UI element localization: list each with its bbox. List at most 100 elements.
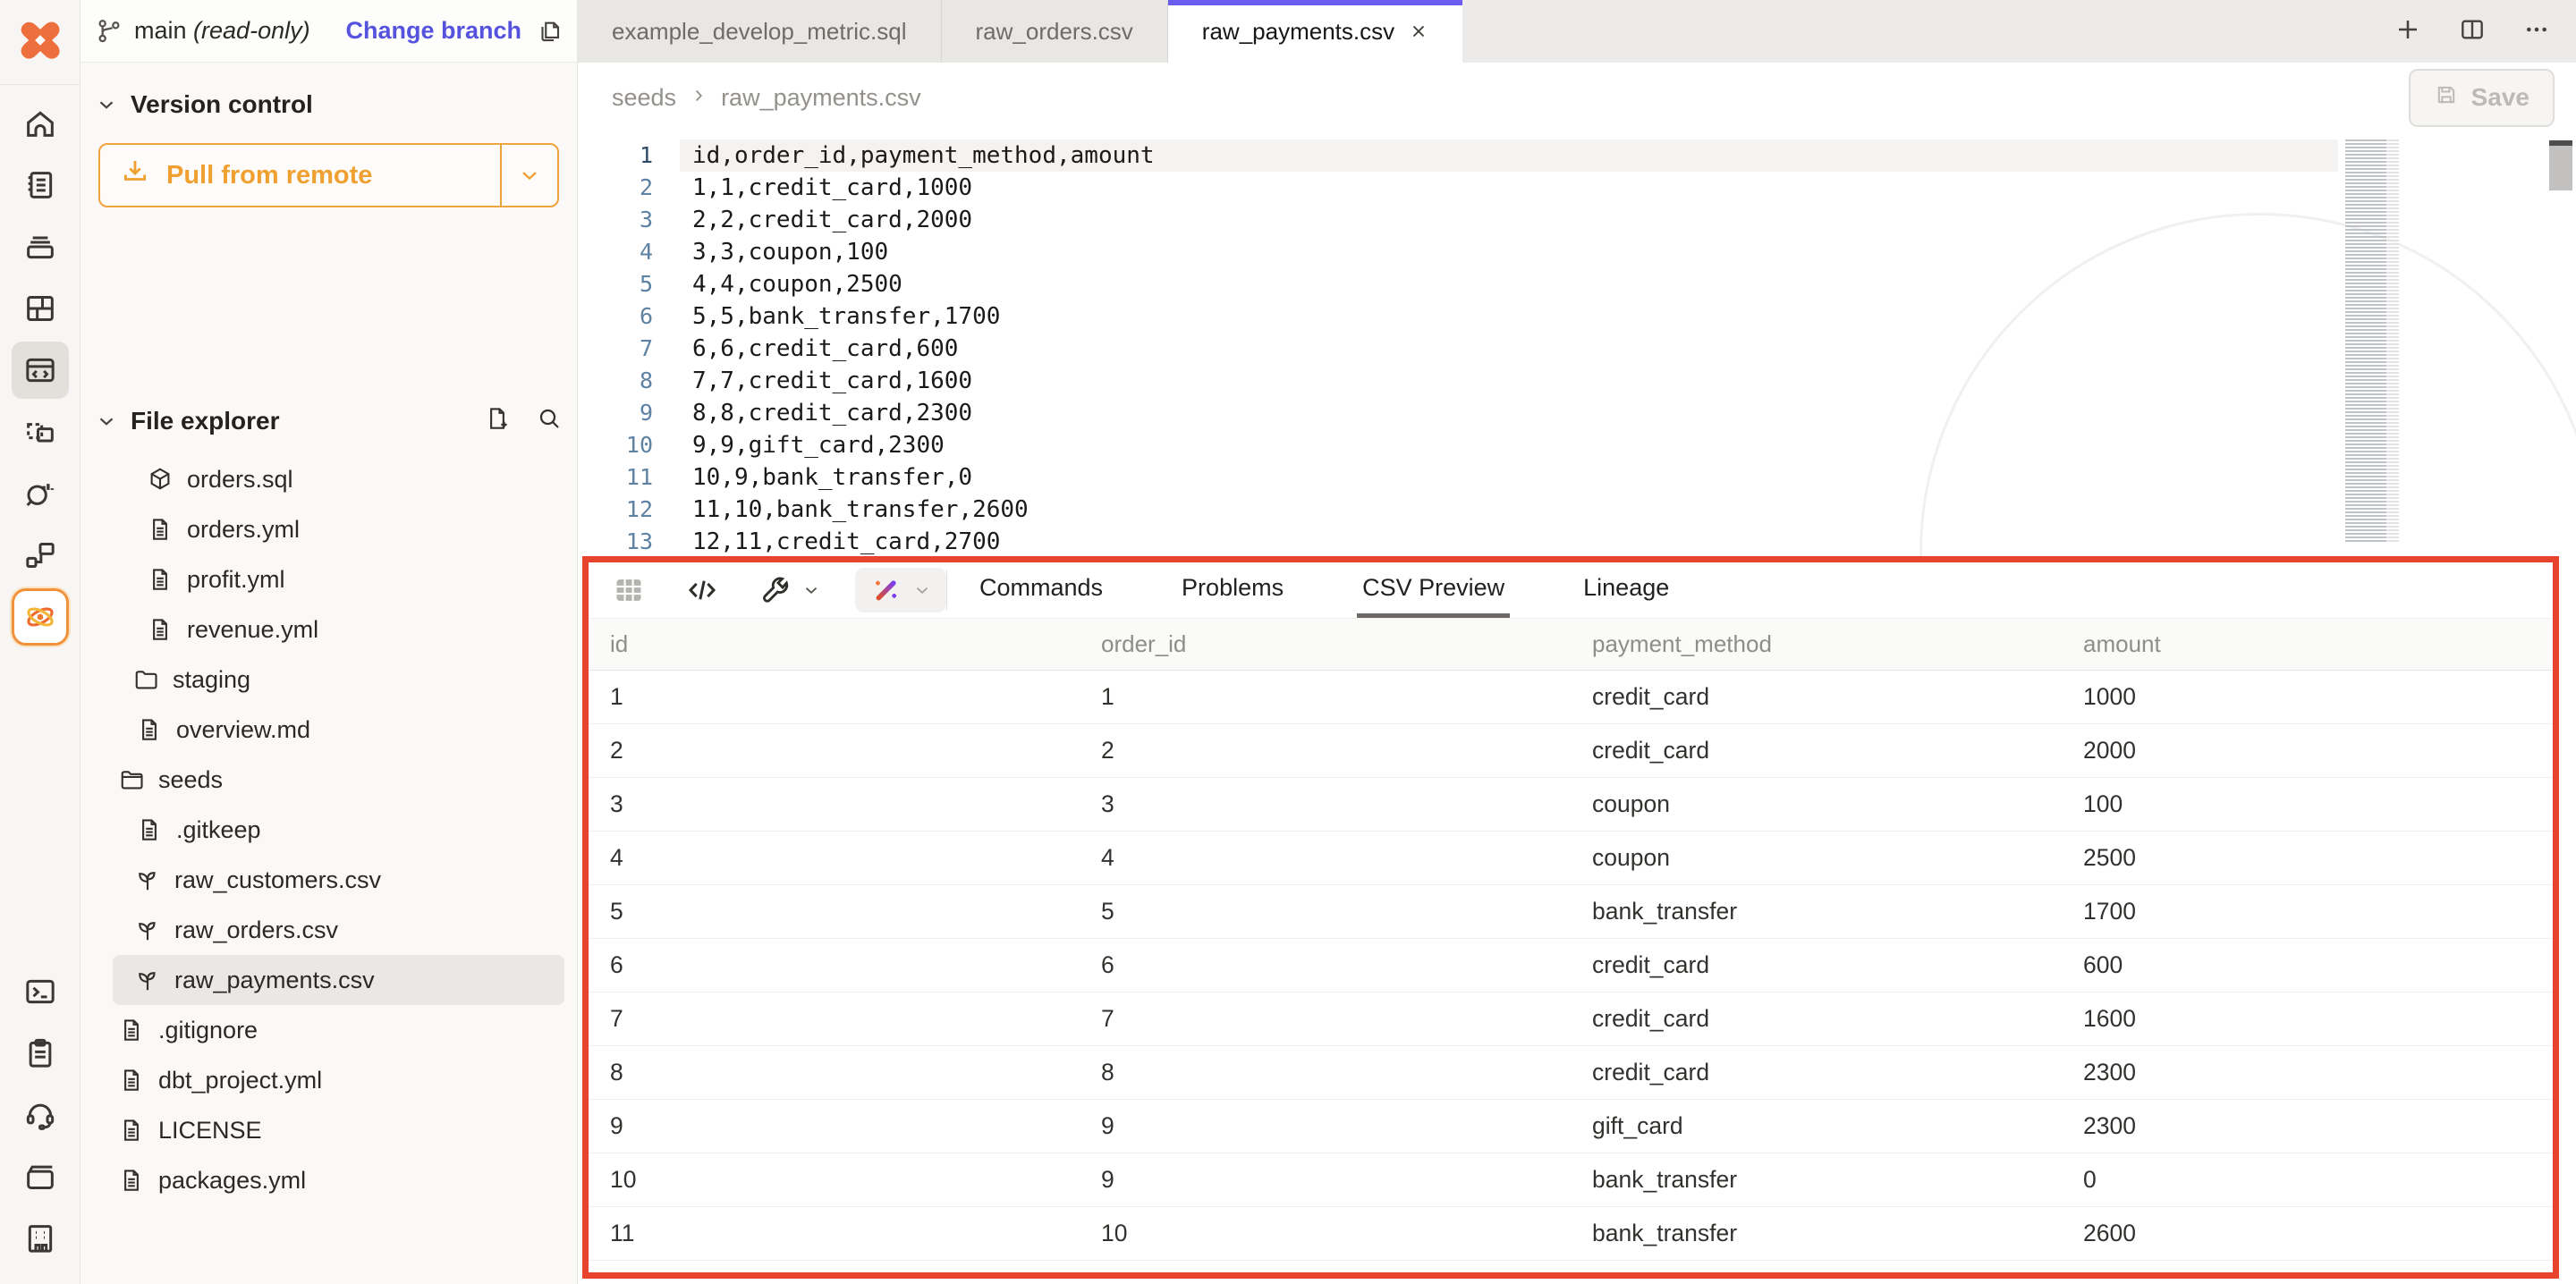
panel-tab[interactable]: Lineage: [1578, 562, 1674, 618]
file-tree-item[interactable]: raw_payments.csv: [113, 955, 564, 1005]
csv-column-header[interactable]: order_id: [1080, 619, 1571, 671]
csv-column-header[interactable]: id: [589, 619, 1080, 671]
new-file-icon[interactable]: [484, 405, 511, 438]
editor-line[interactable]: 10 9,9,gift_card,2300: [578, 429, 2576, 461]
line-number: 13: [578, 526, 653, 558]
rail-icon-button[interactable]: [12, 95, 69, 152]
chevron-down-icon: [95, 93, 118, 116]
build-tools-icon[interactable]: [758, 562, 821, 618]
editor-line[interactable]: 5 4,4,coupon,2500: [578, 268, 2576, 300]
csv-cell: credit_card: [1571, 1046, 2062, 1100]
rail-icon-button[interactable]: [12, 403, 69, 460]
copy-icon[interactable]: [536, 18, 563, 45]
app-logo-icon[interactable]: [14, 14, 66, 66]
editor-line[interactable]: 8 7,7,credit_card,1600: [578, 365, 2576, 397]
file-tree-item[interactable]: LICENSE: [80, 1105, 577, 1155]
panel-toolbar: Commands Problems CSV Preview Lineage: [589, 562, 2553, 618]
tab-label: raw_orders.csv: [976, 18, 1133, 46]
csv-row: 11credit_card1000: [589, 671, 2553, 724]
new-tab-icon[interactable]: [2394, 15, 2422, 48]
csv-cell: credit_card: [1571, 671, 2062, 724]
editor-line[interactable]: 3 2,2,credit_card,2000: [578, 204, 2576, 236]
csv-cell: 7: [1080, 993, 1571, 1046]
file-type-icon: [134, 866, 161, 893]
editor-scrollbar-thumb[interactable]: [2549, 140, 2572, 190]
rail-icon-button[interactable]: [12, 1148, 69, 1205]
editor-line[interactable]: 9 8,8,credit_card,2300: [578, 397, 2576, 429]
editor-line[interactable]: 11 10,9,bank_transfer,0: [578, 461, 2576, 494]
file-tree-item[interactable]: overview.md: [80, 705, 577, 755]
editor-line[interactable]: 2 1,1,credit_card,1000: [578, 172, 2576, 204]
editor-tab[interactable]: example_develop_metric.sql: [578, 0, 942, 63]
csv-cell: 600: [2062, 939, 2553, 993]
file-tree-item[interactable]: .gitkeep: [80, 805, 577, 855]
version-control-header[interactable]: Version control: [80, 79, 577, 131]
panel-tab[interactable]: Commands: [974, 562, 1108, 618]
pull-dropdown-caret[interactable]: [500, 145, 557, 206]
file-tree-item[interactable]: seeds: [80, 755, 577, 805]
rail-icon-button[interactable]: [12, 963, 69, 1020]
rail-icon-button[interactable]: [12, 1025, 69, 1082]
rail-icon-button[interactable]: [12, 342, 69, 399]
file-tree-item[interactable]: dbt_project.yml: [80, 1055, 577, 1105]
file-tree-item[interactable]: orders.sql: [80, 454, 577, 504]
editor-line[interactable]: 12 11,10,bank_transfer,2600: [578, 494, 2576, 526]
code-editor[interactable]: 1 id,order_id,payment_method,amount 2 1,…: [578, 132, 2576, 558]
more-options-icon[interactable]: [2522, 15, 2551, 48]
rail-icon-button[interactable]: [12, 527, 69, 584]
editor-tab[interactable]: raw_orders.csv: [942, 0, 1168, 63]
file-tree-item[interactable]: orders.yml: [80, 504, 577, 554]
file-type-icon: [118, 766, 145, 793]
search-icon[interactable]: [536, 405, 563, 438]
split-editor-icon[interactable]: [2458, 15, 2487, 48]
table-view-icon[interactable]: [612, 562, 646, 618]
csv-cell: bank_transfer: [1571, 1153, 2062, 1207]
csv-cell: 1: [1080, 671, 1571, 724]
chevron-down-icon: [912, 580, 932, 600]
csv-row: 88credit_card2300: [589, 1046, 2553, 1100]
editor-line[interactable]: 6 5,5,bank_transfer,1700: [578, 300, 2576, 333]
file-explorer-header[interactable]: File explorer: [80, 395, 577, 447]
magic-wand-button[interactable]: [855, 568, 946, 612]
file-tree-item[interactable]: raw_customers.csv: [80, 855, 577, 905]
csv-cell: gift_card: [1571, 1100, 2062, 1153]
csv-column-header[interactable]: payment_method: [1571, 619, 2062, 671]
rail-icon-button[interactable]: [12, 218, 69, 275]
close-tab-icon[interactable]: [1409, 21, 1428, 41]
file-tree-item[interactable]: .gitignore: [80, 1005, 577, 1055]
branch-name: main (read-only): [134, 17, 310, 45]
csv-row: 99gift_card2300: [589, 1100, 2553, 1153]
file-tree-item[interactable]: revenue.yml: [80, 604, 577, 655]
file-name: overview.md: [176, 716, 310, 744]
file-tree-item[interactable]: raw_orders.csv: [80, 905, 577, 955]
rail-icon-button[interactable]: [12, 156, 69, 214]
editor-line[interactable]: 13 12,11,credit_card,2700: [578, 526, 2576, 558]
editor-tab[interactable]: raw_payments.csv: [1168, 0, 1462, 63]
file-tree-item[interactable]: profit.yml: [80, 554, 577, 604]
editor-line[interactable]: 4 3,3,coupon,100: [578, 236, 2576, 268]
chevron-down-icon: [801, 580, 821, 600]
panel-tab[interactable]: Problems: [1176, 562, 1289, 618]
editor-line[interactable]: 7 6,6,credit_card,600: [578, 333, 2576, 365]
editor-minimap[interactable]: [2345, 139, 2399, 544]
panel-tab[interactable]: CSV Preview: [1357, 562, 1510, 618]
csv-column-header[interactable]: amount: [2062, 619, 2553, 671]
csv-row: 22credit_card2000: [589, 724, 2553, 778]
change-branch-link[interactable]: Change branch: [345, 17, 521, 45]
breadcrumb-parent[interactable]: seeds: [612, 84, 676, 112]
csv-cell: bank_transfer: [1571, 1207, 2062, 1261]
save-button[interactable]: Save: [2409, 69, 2555, 127]
pull-from-remote-button[interactable]: Pull from remote: [98, 143, 559, 207]
rail-icon-button[interactable]: [12, 1210, 69, 1267]
csv-cell: credit_card: [1571, 993, 2062, 1046]
rail-icon-button[interactable]: [12, 588, 69, 646]
csv-row: 55bank_transfer1700: [589, 885, 2553, 939]
code-view-icon[interactable]: [685, 562, 719, 618]
file-name: LICENSE: [158, 1117, 262, 1145]
rail-icon-button[interactable]: [12, 280, 69, 337]
rail-icon-button[interactable]: [12, 465, 69, 522]
rail-icon-button[interactable]: [12, 1086, 69, 1144]
file-tree-item[interactable]: packages.yml: [80, 1155, 577, 1205]
editor-line[interactable]: 1 id,order_id,payment_method,amount: [578, 139, 2576, 172]
file-tree-item[interactable]: staging: [80, 655, 577, 705]
